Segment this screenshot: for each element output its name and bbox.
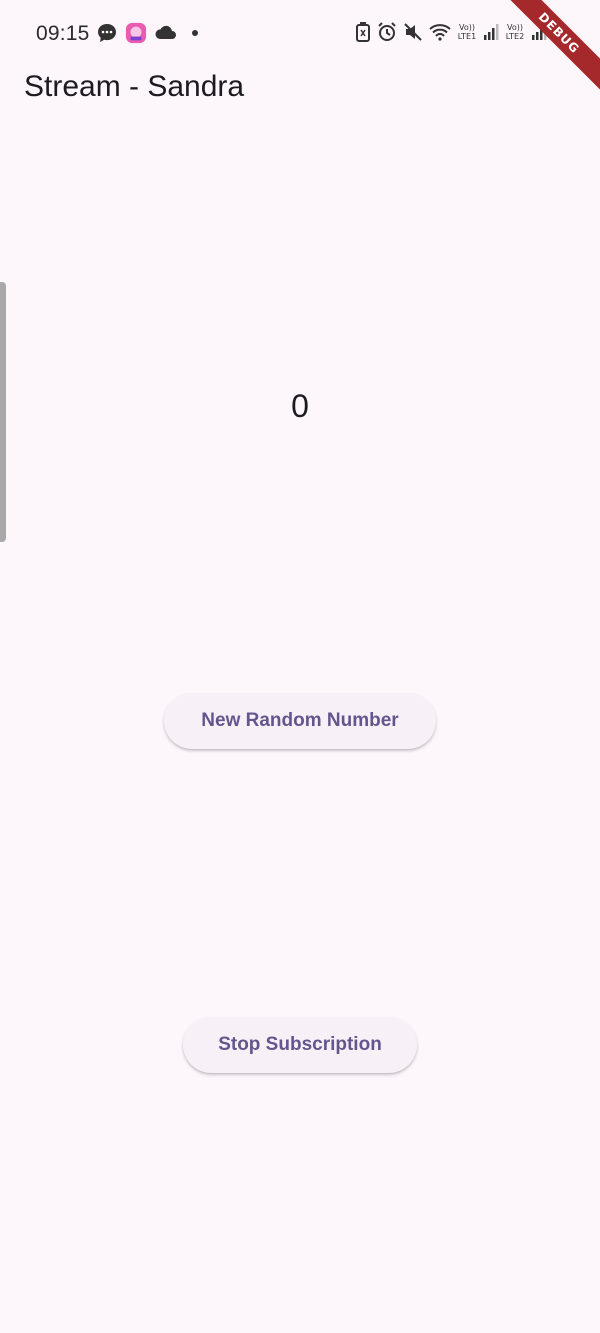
wifi-icon [429, 24, 451, 41]
debug-banner: DEBUG [500, 0, 600, 100]
more-notifications-dot [192, 30, 198, 36]
chat-bubble-icon [98, 24, 116, 42]
new-random-number-button[interactable]: New Random Number [164, 693, 436, 749]
random-number-display: 0 [291, 388, 309, 424]
alarm-icon [378, 22, 396, 41]
page-title: Stream - Sandra [24, 70, 245, 103]
status-time: 09:15 [36, 22, 90, 45]
stop-subscription-button[interactable]: Stop Subscription [183, 1017, 417, 1073]
mute-icon [404, 23, 422, 41]
battery-saver-icon [356, 22, 370, 42]
signal-sim1-icon [484, 24, 499, 40]
debug-ribbon-label: DEBUG [500, 0, 600, 94]
notification-icons [96, 22, 198, 44]
app-notification-icon [125, 22, 147, 44]
sim1-lte-label: Vo)) LTE1 [457, 23, 477, 41]
cloud-icon [155, 25, 176, 39]
